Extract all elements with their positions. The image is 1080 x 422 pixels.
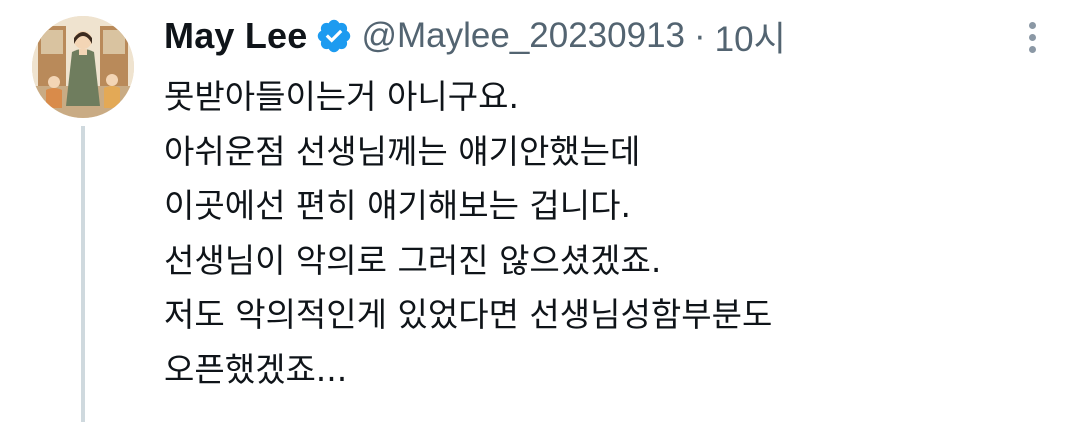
display-name[interactable]: May Lee [164,15,307,57]
tweet-text-line: 오픈했겠죠... [164,349,348,389]
tweet-text-line: 못받아들이는거 아니구요. [164,77,519,116]
user-handle[interactable]: @Maylee_20230913 [361,16,685,56]
separator-dot: · [694,16,706,55]
more-vertical-icon[interactable] [1022,22,1042,58]
avatar[interactable] [32,16,134,118]
tweet-text-line: 선생님이 악의로 그러진 않으셨겠죠. [164,240,662,280]
tweet[interactable]: May Lee @Maylee_20230913 · 10시 못받아들이는거 아… [0,0,1080,422]
tweet-text: 못받아들이는거 아니구요. 아쉬운점 선생님께는 얘기안했는데 이곳에선 편히 … [164,70,1044,397]
avatar-illustration [32,16,134,118]
tweet-text-line: 이곳에선 편히 얘기해보는 겁니다. [164,186,631,225]
timestamp[interactable]: 10시 [715,11,786,62]
tweet-text-line: 아쉬운점 선생님께는 얘기안했는데 [164,131,641,171]
tweet-text-line: 저도 악의적인게 있었다면 선생님성함부분도 [164,295,773,334]
tweet-header: May Lee @Maylee_20230913 · 10시 [164,12,786,60]
verified-badge-icon [315,17,353,55]
thread-connector-line [81,126,85,422]
